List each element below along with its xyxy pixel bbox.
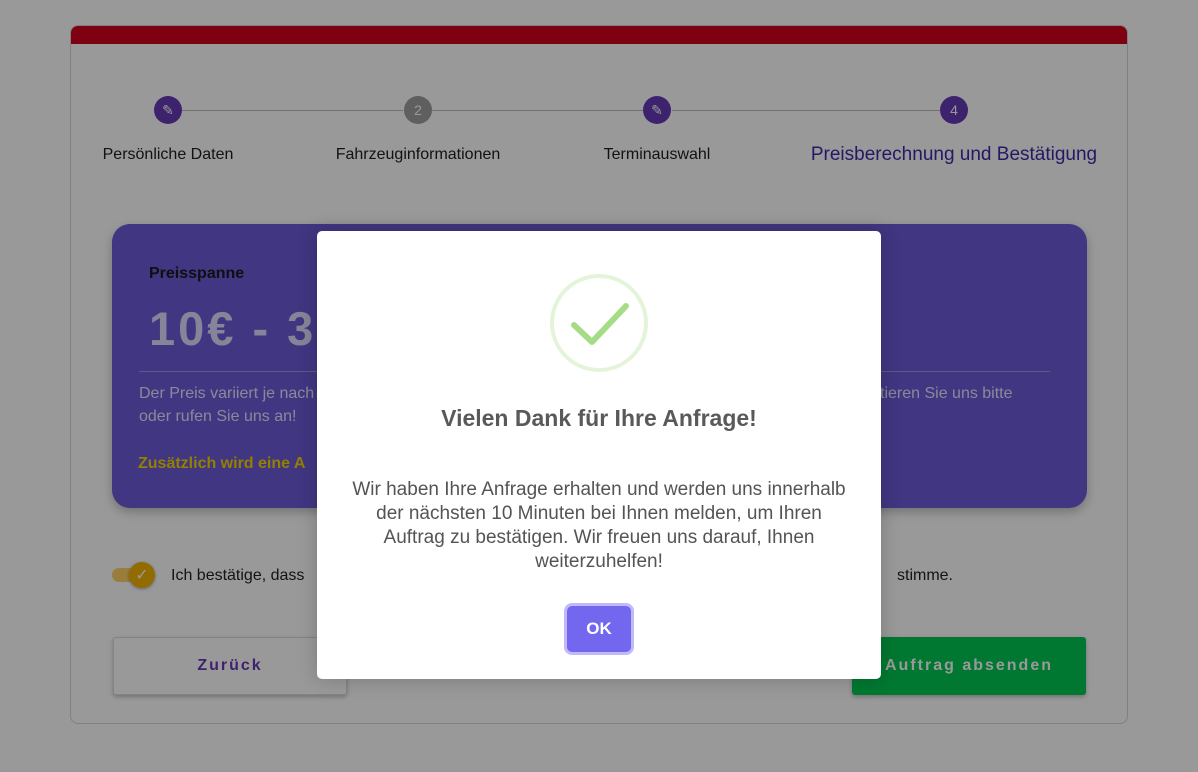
dialog-message: Wir haben Ihre Anfrage erhalten und werd… [352,479,846,572]
success-check-icon [550,274,648,372]
dialog-title: Vielen Dank für Ihre Anfrage! [441,405,757,431]
success-dialog: Vielen Dank für Ihre Anfrage! Wir haben … [317,231,881,679]
ok-button[interactable]: OK [567,606,631,652]
